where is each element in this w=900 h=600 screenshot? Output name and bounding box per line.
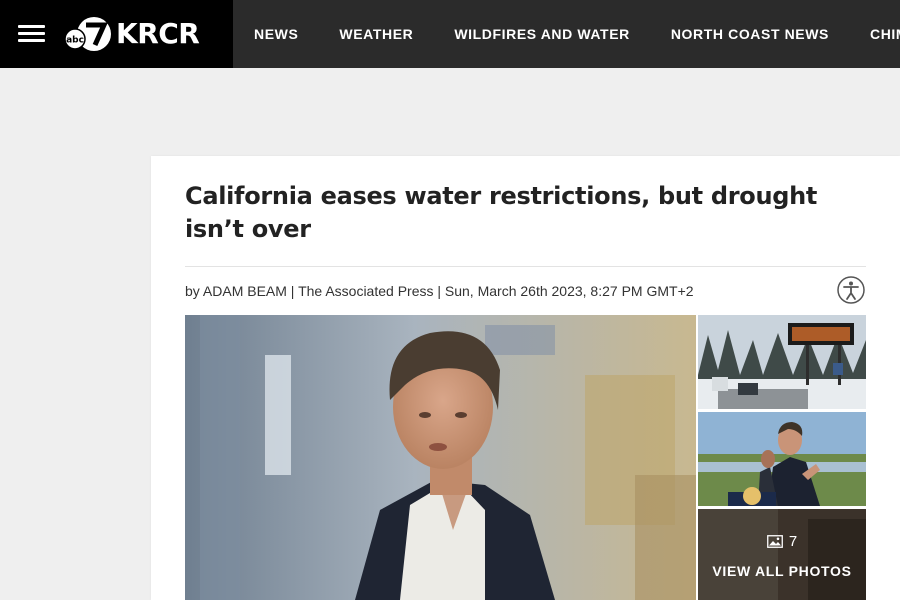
nav-item-news[interactable]: NEWS — [254, 26, 298, 42]
main-article-photo[interactable] — [185, 315, 696, 600]
gallery-view-all-photos[interactable]: 7 VIEW ALL PHOTOS — [698, 509, 866, 600]
image-icon — [766, 535, 783, 548]
nav-item-wildfires-and-water[interactable]: WILDFIRES AND WATER — [454, 26, 630, 42]
nav-item-north-coast-news[interactable]: NORTH COAST NEWS — [671, 26, 829, 42]
press-conference-image — [698, 412, 866, 506]
top-navigation-bar: abc KRCR NEWS WEATHER WILDFIRES AND WATE… — [0, 0, 900, 68]
hamburger-menu-icon[interactable] — [18, 25, 45, 43]
article-byline: by ADAM BEAM | The Associated Press | Su… — [185, 283, 694, 299]
article-headline: California eases water restrictions, but… — [185, 182, 818, 243]
brand-area: abc KRCR — [0, 0, 233, 68]
main-photo-image — [185, 315, 696, 600]
headline-divider — [185, 266, 866, 267]
snow-road-image — [698, 315, 866, 409]
article-card: California eases water restrictions, but… — [151, 156, 900, 600]
svg-text:abc: abc — [66, 36, 84, 46]
gallery-thumbnail-press-conference[interactable] — [698, 412, 866, 506]
nav-item-weather[interactable]: WEATHER — [339, 26, 413, 42]
abc7-logo-icon: abc — [64, 17, 111, 51]
nav-item-chime-in[interactable]: CHIME IN — [870, 26, 900, 42]
gallery-thumbnail-snow-road[interactable] — [698, 315, 866, 409]
photo-count-value: 7 — [788, 533, 798, 550]
view-all-photos-label: VIEW ALL PHOTOS — [712, 563, 852, 579]
logo-wordmark: KRCR — [116, 17, 200, 50]
gallery-overlay — [698, 509, 866, 600]
accessibility-icon[interactable] — [837, 276, 865, 304]
main-nav: NEWS WEATHER WILDFIRES AND WATER NORTH C… — [233, 0, 900, 68]
photo-count: 7 — [698, 533, 866, 550]
site-logo[interactable]: abc KRCR — [64, 14, 214, 54]
